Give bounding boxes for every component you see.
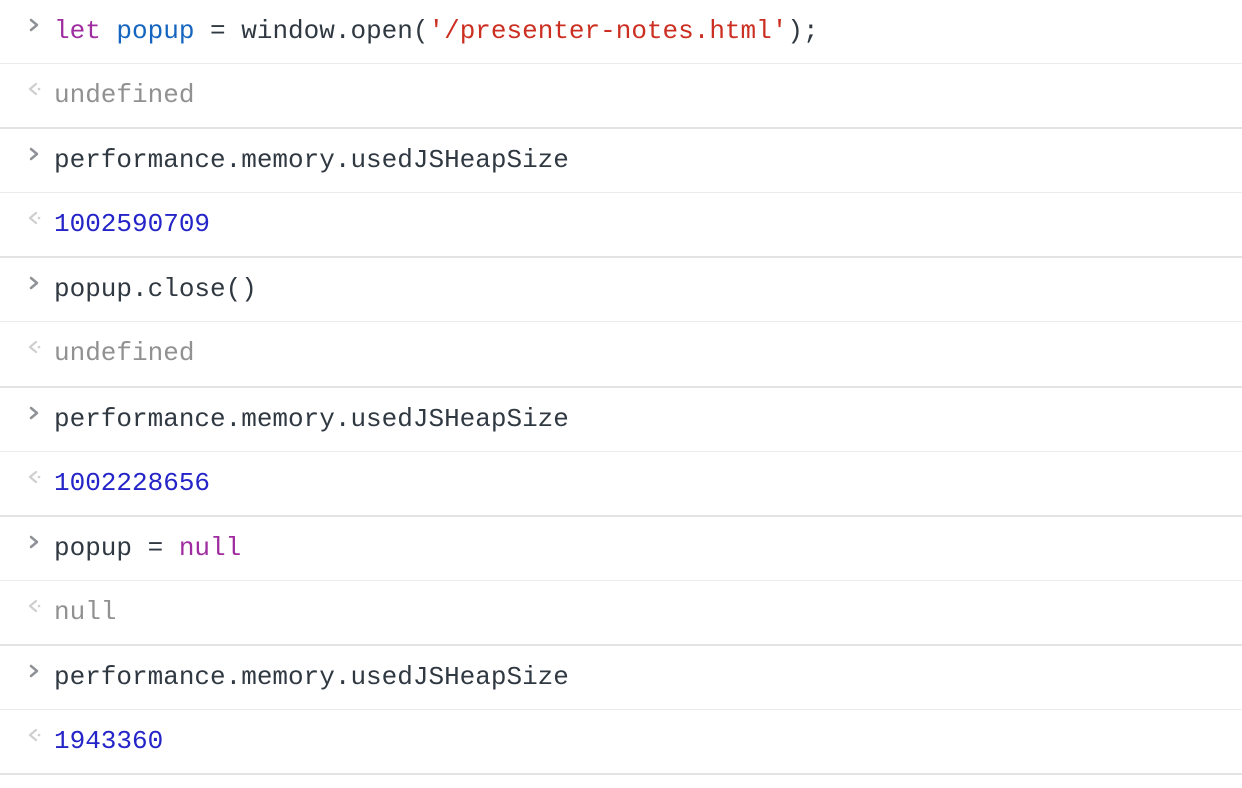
code-token: undefined (54, 338, 194, 368)
console-input-text: popup.close() (54, 272, 1224, 307)
console-input-row[interactable]: performance.memory.usedJSHeapSize (0, 129, 1242, 193)
code-token: 1002590709 (54, 209, 210, 239)
code-token: null (54, 597, 116, 627)
console-input-text: performance.memory.usedJSHeapSize (54, 660, 1224, 695)
code-token: 1943360 (54, 726, 163, 756)
console-output-text: null (54, 595, 1224, 630)
console-output-row[interactable]: undefined (0, 322, 1242, 387)
input-prompt-icon (14, 14, 54, 33)
console-input-row[interactable]: performance.memory.usedJSHeapSize (0, 388, 1242, 452)
console-input-text: performance.memory.usedJSHeapSize (54, 402, 1224, 437)
console-output-row[interactable]: 1943360 (0, 710, 1242, 775)
output-result-icon (14, 724, 54, 743)
console-input-row[interactable]: popup.close() (0, 258, 1242, 322)
console-input-text: popup = null (54, 531, 1224, 566)
input-prompt-icon (14, 143, 54, 162)
input-prompt-icon (14, 531, 54, 550)
console-log: let popup = window.open('/presenter-note… (0, 0, 1242, 775)
code-token: popup = (54, 533, 179, 563)
console-output-row[interactable]: null (0, 581, 1242, 646)
output-result-icon (14, 207, 54, 226)
input-prompt-icon (14, 272, 54, 291)
code-token: ); (787, 16, 818, 46)
code-token: popup (116, 16, 194, 46)
console-output-row[interactable]: undefined (0, 64, 1242, 129)
code-token: 1002228656 (54, 468, 210, 498)
output-result-icon (14, 466, 54, 485)
console-input-row[interactable]: popup = null (0, 517, 1242, 581)
code-token: let (54, 16, 116, 46)
output-result-icon (14, 336, 54, 355)
console-input-row[interactable]: performance.memory.usedJSHeapSize (0, 646, 1242, 710)
input-prompt-icon (14, 660, 54, 679)
console-input-text: let popup = window.open('/presenter-note… (54, 14, 1224, 49)
code-token: performance.memory.usedJSHeapSize (54, 404, 569, 434)
console-output-text: 1002590709 (54, 207, 1224, 242)
code-token: performance.memory.usedJSHeapSize (54, 662, 569, 692)
console-output-row[interactable]: 1002228656 (0, 452, 1242, 517)
code-token: null (179, 533, 241, 563)
code-token: performance.memory.usedJSHeapSize (54, 145, 569, 175)
console-output-text: 1943360 (54, 724, 1224, 759)
code-token: popup.close() (54, 274, 257, 304)
output-result-icon (14, 595, 54, 614)
console-input-text: performance.memory.usedJSHeapSize (54, 143, 1224, 178)
console-output-row[interactable]: 1002590709 (0, 193, 1242, 258)
console-output-text: 1002228656 (54, 466, 1224, 501)
console-input-row[interactable]: let popup = window.open('/presenter-note… (0, 0, 1242, 64)
code-token: '/presenter-notes.html' (428, 16, 787, 46)
input-prompt-icon (14, 402, 54, 421)
code-token: = window.open( (194, 16, 428, 46)
console-output-text: undefined (54, 78, 1224, 113)
code-token: undefined (54, 80, 194, 110)
console-output-text: undefined (54, 336, 1224, 371)
output-result-icon (14, 78, 54, 97)
